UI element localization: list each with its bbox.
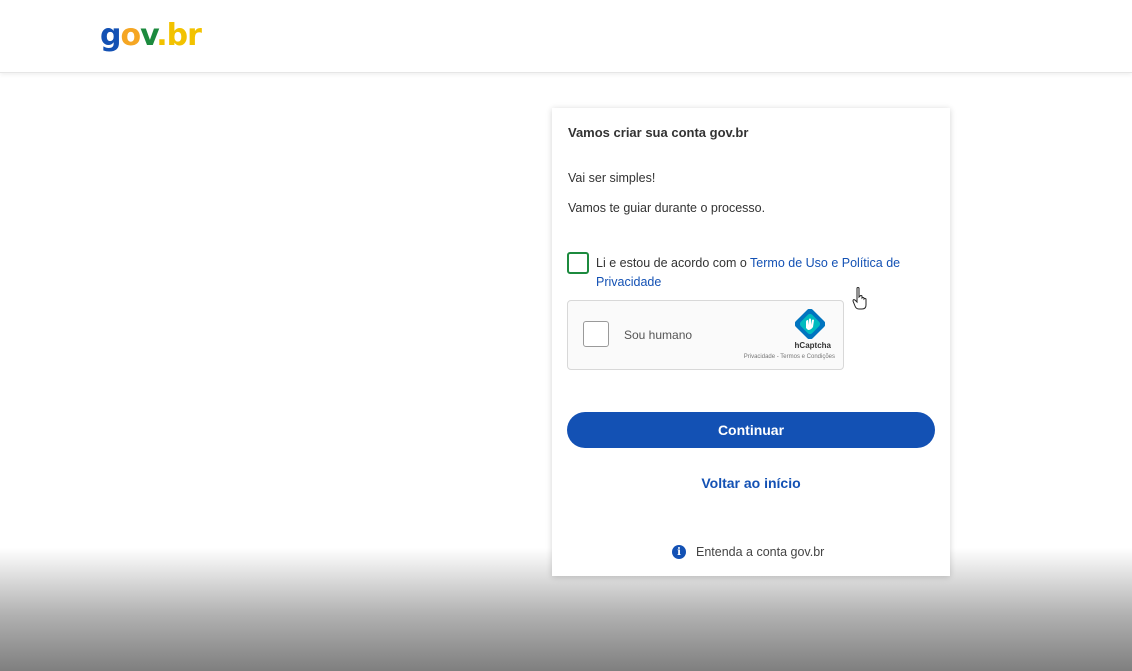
understand-account-label: Entenda a conta gov.br xyxy=(696,545,825,559)
back-to-start-link[interactable]: Voltar ao início xyxy=(567,472,935,494)
intro-line-2: Vamos te guiar durante o processo. xyxy=(568,201,766,215)
govbr-logo[interactable]: gov.br xyxy=(100,18,202,53)
hand-pointer-icon xyxy=(852,286,868,315)
card-title: Vamos criar sua conta gov.br xyxy=(568,125,749,140)
terms-prefix: Li e estou de acordo com o xyxy=(596,256,751,270)
logo-suffix-br: .br xyxy=(156,18,202,53)
captcha-brand: hCaptcha xyxy=(794,341,831,350)
understand-account-link[interactable]: i Entenda a conta gov.br xyxy=(672,545,824,559)
hcaptcha-logo-icon xyxy=(794,308,826,344)
header: gov.br xyxy=(0,0,1132,73)
signup-card: Vamos criar sua conta gov.br Vai ser sim… xyxy=(552,108,950,576)
terms-checkbox[interactable] xyxy=(567,252,589,274)
captcha-links[interactable]: Privacidade - Termos e Condições xyxy=(744,354,835,360)
logo-letter-v: v xyxy=(140,18,157,53)
hcaptcha-widget: Sou humano hCaptcha Privacidade - Termos… xyxy=(567,300,844,370)
continue-button[interactable]: Continuar xyxy=(567,412,935,448)
logo-letter-o: o xyxy=(120,18,141,53)
intro-line-1: Vai ser simples! xyxy=(568,171,656,185)
logo-letter-g: g xyxy=(100,18,122,53)
terms-label: Li e estou de acordo com o Termo de Uso … xyxy=(596,254,936,292)
info-icon: i xyxy=(672,545,686,559)
captcha-label: Sou humano xyxy=(624,328,693,342)
captcha-checkbox[interactable] xyxy=(583,321,609,347)
